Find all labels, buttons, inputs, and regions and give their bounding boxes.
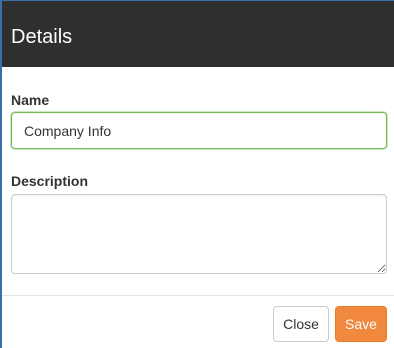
details-dialog: Details Name Description Close Save <box>0 0 394 348</box>
footer-divider <box>2 295 394 296</box>
close-button[interactable]: Close <box>273 306 329 342</box>
dialog-title: Details <box>11 26 73 48</box>
name-input[interactable] <box>11 112 387 149</box>
description-textarea[interactable] <box>11 194 387 274</box>
description-label: Description <box>11 173 89 189</box>
dialog-header: Details <box>2 0 394 67</box>
save-button[interactable]: Save <box>335 306 387 342</box>
name-label: Name <box>11 92 50 108</box>
